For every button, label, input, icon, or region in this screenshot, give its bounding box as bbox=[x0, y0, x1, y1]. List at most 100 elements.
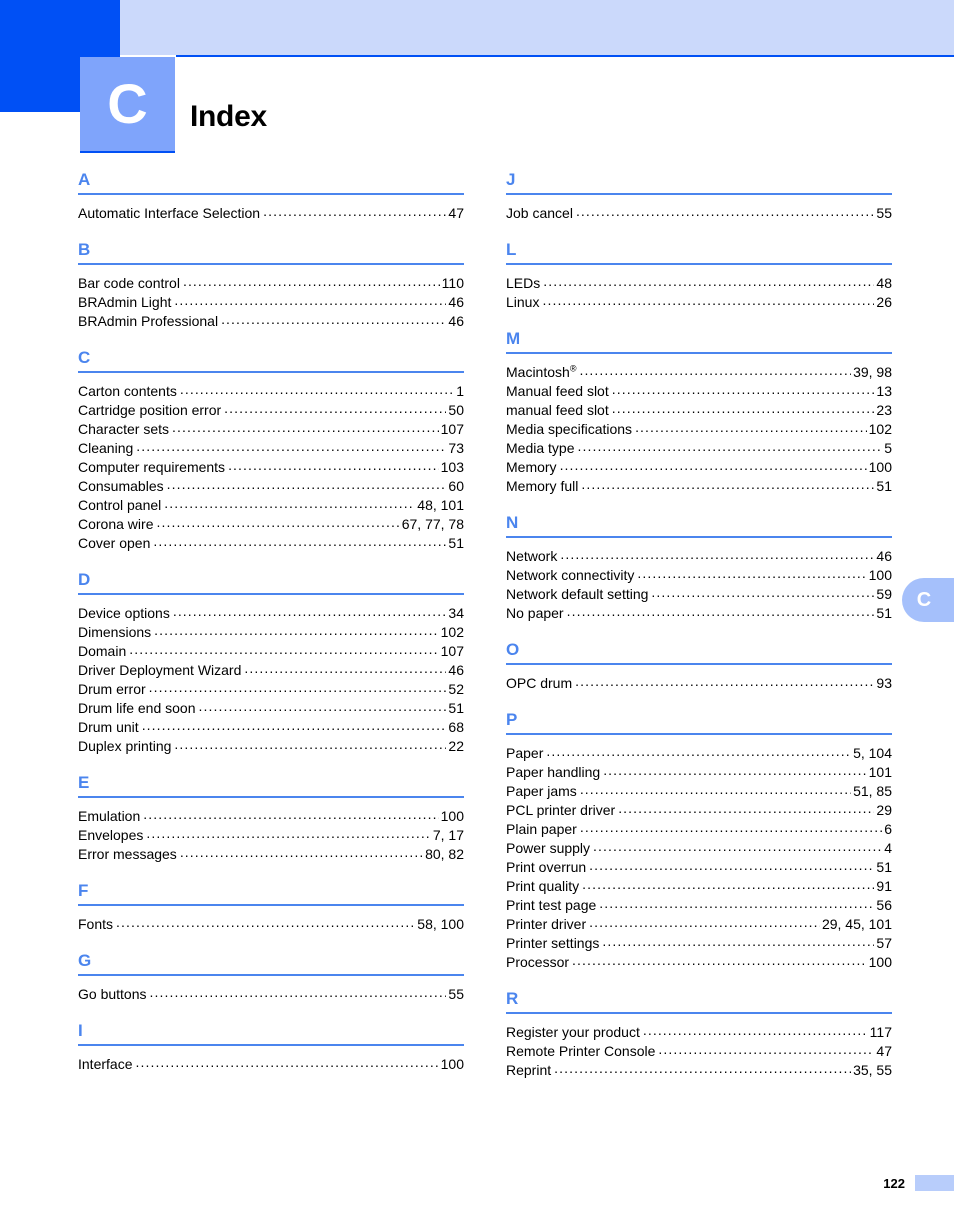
index-entry[interactable]: Domain 107 bbox=[78, 642, 464, 661]
index-entry[interactable]: Envelopes 7, 17 bbox=[78, 826, 464, 845]
index-entry[interactable]: Paper jams 51, 85 bbox=[506, 782, 892, 801]
index-entry-leader-dots bbox=[116, 915, 415, 929]
index-entry[interactable]: Consumables 60 bbox=[78, 477, 464, 496]
index-entry[interactable]: Cover open 51 bbox=[78, 534, 464, 553]
index-entry[interactable]: OPC drum 93 bbox=[506, 674, 892, 693]
index-entry-leader-dots bbox=[167, 477, 447, 491]
index-entry[interactable]: Job cancel 55 bbox=[506, 204, 892, 223]
index-entry-page: 7, 17 bbox=[432, 827, 464, 843]
index-entry[interactable]: Control panel 48, 101 bbox=[78, 496, 464, 515]
index-entry[interactable]: PCL printer driver 29 bbox=[506, 801, 892, 820]
index-entry[interactable]: Dimensions 102 bbox=[78, 623, 464, 642]
index-entry-leader-dots bbox=[589, 858, 874, 872]
index-entry[interactable]: Go buttons 55 bbox=[78, 985, 464, 1004]
index-entry-term: Corona wire bbox=[78, 516, 154, 532]
index-entry[interactable]: BRAdmin Light 46 bbox=[78, 293, 464, 312]
index-entry[interactable]: Printer settings 57 bbox=[506, 934, 892, 953]
index-entry[interactable]: Corona wire 67, 77, 78 bbox=[78, 515, 464, 534]
index-entry-term: Computer requirements bbox=[78, 459, 226, 475]
index-entry[interactable]: Plain paper 6 bbox=[506, 820, 892, 839]
index-entry[interactable]: Network connectivity 100 bbox=[506, 566, 892, 585]
index-entry[interactable]: manual feed slot 23 bbox=[506, 401, 892, 420]
index-entry-leader-dots bbox=[228, 458, 439, 472]
index-entry[interactable]: Device options 34 bbox=[78, 604, 464, 623]
index-entry[interactable]: Processor 100 bbox=[506, 953, 892, 972]
index-entry-leader-dots bbox=[156, 515, 399, 529]
index-entry[interactable]: Drum error 52 bbox=[78, 680, 464, 699]
index-entry[interactable]: Memory full 51 bbox=[506, 477, 892, 496]
page-number: 122 bbox=[883, 1175, 905, 1191]
index-entry-page: 51 bbox=[448, 535, 464, 551]
index-entry-leader-dots bbox=[150, 985, 447, 999]
index-section-rule bbox=[506, 193, 892, 195]
index-entry[interactable]: Bar code control 110 bbox=[78, 274, 464, 293]
index-entry[interactable]: Computer requirements 103 bbox=[78, 458, 464, 477]
index-entry-leader-dots bbox=[154, 623, 439, 637]
index-entry[interactable]: Drum life end soon 51 bbox=[78, 699, 464, 718]
index-entry[interactable]: Emulation 100 bbox=[78, 807, 464, 826]
index-entry[interactable]: Manual feed slot 13 bbox=[506, 382, 892, 401]
index-entry[interactable]: Cartridge position error 50 bbox=[78, 401, 464, 420]
index-entry-page: 55 bbox=[448, 986, 464, 1002]
index-section: G Go buttons 55 bbox=[78, 951, 464, 1004]
index-entry[interactable]: Reprint 35, 55 bbox=[506, 1061, 892, 1080]
index-entry[interactable]: Cleaning 73 bbox=[78, 439, 464, 458]
index-entry[interactable]: Media type 5 bbox=[506, 439, 892, 458]
index-entry[interactable]: BRAdmin Professional 46 bbox=[78, 312, 464, 331]
index-entry[interactable]: Remote Printer Console 47 bbox=[506, 1042, 892, 1061]
index-entry-page: 67, 77, 78 bbox=[401, 516, 464, 532]
index-entry[interactable]: Media specifications 102 bbox=[506, 420, 892, 439]
index-section-rule bbox=[506, 263, 892, 265]
index-entry-leader-dots bbox=[567, 604, 875, 618]
index-entry[interactable]: Duplex printing 22 bbox=[78, 737, 464, 756]
index-section: BBar code control110BRAdmin Light46BRAdm… bbox=[78, 240, 464, 331]
index-entry[interactable]: Macintosh® 39, 98 bbox=[506, 363, 892, 382]
index-entry[interactable]: Fonts 58, 100 bbox=[78, 915, 464, 934]
index-entry[interactable]: Power supply 4 bbox=[506, 839, 892, 858]
index-entry[interactable]: Driver Deployment Wizard 46 bbox=[78, 661, 464, 680]
index-entry[interactable]: Network 46 bbox=[506, 547, 892, 566]
index-section: NNetwork46Network connectivity100Network… bbox=[506, 513, 892, 623]
index-entry-leader-dots bbox=[149, 680, 447, 694]
index-entry[interactable]: Carton contents 1 bbox=[78, 382, 464, 401]
page-title: Index bbox=[190, 100, 267, 134]
index-entry[interactable]: Print overrun 51 bbox=[506, 858, 892, 877]
index-entry-leader-dots bbox=[618, 801, 874, 815]
index-entry-term: Interface bbox=[78, 1056, 133, 1072]
index-entry[interactable]: No paper 51 bbox=[506, 604, 892, 623]
index-entry-leader-dots bbox=[221, 312, 446, 326]
index-entry-leader-dots bbox=[199, 699, 447, 713]
index-entry[interactable]: Printer driver 29, 45, 101 bbox=[506, 915, 892, 934]
index-entry[interactable]: Automatic Interface Selection 47 bbox=[78, 204, 464, 223]
index-entry-page: 102 bbox=[440, 624, 464, 640]
index-entry-page: 5, 104 bbox=[853, 745, 892, 761]
index-entry-leader-dots bbox=[602, 934, 874, 948]
index-entry[interactable]: Register your product 117 bbox=[506, 1023, 892, 1042]
index-section: E Emulation 100 Envelopes 7, 17 Error message… bbox=[78, 773, 464, 864]
index-entry-page: 58, 100 bbox=[417, 916, 464, 932]
header-light-bar bbox=[120, 0, 954, 55]
index-entry[interactable]: LEDs 48 bbox=[506, 274, 892, 293]
index-entry-leader-dots bbox=[635, 420, 867, 434]
index-entry-page: 100 bbox=[868, 567, 892, 583]
index-entry-term: Paper handling bbox=[506, 764, 601, 780]
header-rule bbox=[176, 55, 954, 57]
index-entry-term: Media type bbox=[506, 440, 575, 456]
index-entry[interactable]: Paper 5, 104 bbox=[506, 744, 892, 763]
index-entry[interactable]: Print test page 56 bbox=[506, 896, 892, 915]
index-entry-page: 6 bbox=[884, 821, 892, 837]
index-entry-term: PCL printer driver bbox=[506, 802, 616, 818]
index-entry-term: OPC drum bbox=[506, 675, 573, 691]
index-entry[interactable]: Print quality 91 bbox=[506, 877, 892, 896]
index-entry[interactable]: Memory 100 bbox=[506, 458, 892, 477]
index-entry[interactable]: Drum unit 68 bbox=[78, 718, 464, 737]
index-entry[interactable]: Paper handling 101 bbox=[506, 763, 892, 782]
index-entry-page: 35, 55 bbox=[853, 1062, 892, 1078]
index-entry-term: Plain paper bbox=[506, 821, 577, 837]
index-entry-list: Carton contents 1 Cartridge position error… bbox=[78, 382, 464, 553]
index-entry[interactable]: Error messages 80, 82 bbox=[78, 845, 464, 864]
index-entry[interactable]: Character sets 107 bbox=[78, 420, 464, 439]
index-entry[interactable]: Interface 100 bbox=[78, 1055, 464, 1074]
index-entry[interactable]: Network default setting 59 bbox=[506, 585, 892, 604]
index-entry[interactable]: Linux 26 bbox=[506, 293, 892, 312]
